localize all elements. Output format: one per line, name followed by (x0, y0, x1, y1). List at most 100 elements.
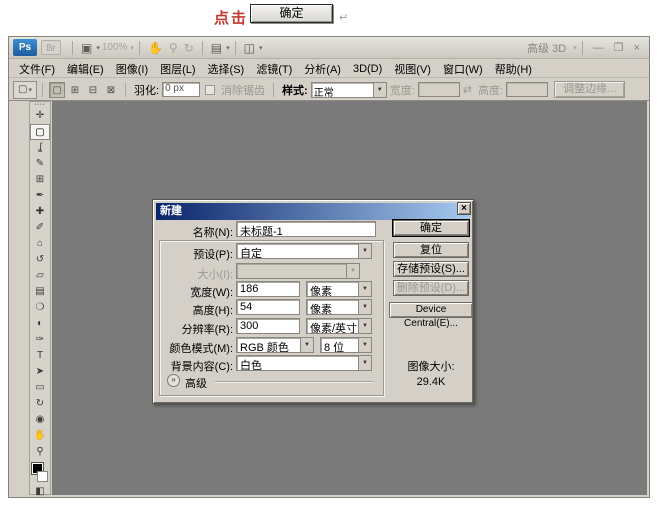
chevron-down-icon[interactable]: ▾ (96, 44, 100, 52)
bridge-icon[interactable]: Br (41, 40, 61, 55)
tools-panel: •••• ✛▢ʆ✎⊞✒✚✐⌂↺▱▤❍◐✑T➤▭↻◉✋⚲◧ (29, 101, 51, 495)
width-unit-select[interactable]: 像素 ▼ (306, 281, 372, 297)
chevron-down-icon[interactable]: ▾ (573, 44, 577, 52)
blur-tool[interactable]: ❍ (30, 300, 50, 316)
shape-tool[interactable]: ▭ (30, 380, 50, 396)
device-central-button[interactable]: Device Central(E)... (389, 302, 473, 318)
menu-layer[interactable]: 图层(L) (154, 59, 201, 79)
resolution-unit-select[interactable]: 像素/英寸 ▼ (306, 318, 372, 334)
color-swatches[interactable] (30, 462, 50, 486)
background-select[interactable]: 白色 ▼ (236, 355, 372, 371)
3d-rotate-tool[interactable]: ↻ (30, 396, 50, 412)
chevron-down-icon[interactable]: ▾ (226, 44, 230, 52)
menu-select[interactable]: 选择(S) (202, 59, 251, 79)
ok-button-image[interactable]: 确定 (250, 4, 333, 23)
reset-button[interactable]: 复位 (393, 242, 469, 258)
quick-mask-icon[interactable]: ◧ (30, 486, 50, 500)
width-input[interactable]: 186 (236, 281, 300, 297)
swap-dimensions-icon[interactable]: ⇄ (463, 83, 472, 96)
width-label: 宽度(W): (155, 284, 233, 300)
rectangular-marquee-tool[interactable]: ▢ (30, 124, 50, 140)
dodge-tool[interactable]: ◐ (30, 316, 50, 332)
zoom-level-value[interactable]: 100% (102, 42, 128, 53)
menu-filter[interactable]: 滤镜(T) (250, 59, 298, 79)
3d-orbit-tool[interactable]: ◉ (30, 412, 50, 428)
dropdown-arrow-icon[interactable]: ▼ (358, 338, 371, 352)
chevron-down-icon[interactable]: ▾ (259, 44, 263, 52)
gradient-tool[interactable]: ▤ (30, 284, 50, 300)
close-button[interactable]: × (634, 38, 640, 58)
path-selection-tool[interactable]: ➤ (30, 364, 50, 380)
move-tool[interactable]: ✛ (30, 108, 50, 124)
height-unit-select[interactable]: 像素 ▼ (306, 299, 372, 315)
history-brush-tool[interactable]: ↺ (30, 252, 50, 268)
subtract-from-selection-icon[interactable]: ⊟ (85, 82, 101, 98)
add-to-selection-icon[interactable]: ⊞ (67, 82, 83, 98)
workspace-switcher[interactable]: 高级 3D (527, 40, 566, 56)
ok-button[interactable]: 确定 (393, 220, 469, 236)
crop-tool[interactable]: ⊞ (30, 172, 50, 188)
menu-help[interactable]: 帮助(H) (489, 59, 538, 79)
brush-tool[interactable]: ✐ (30, 220, 50, 236)
quick-selection-tool[interactable]: ✎ (30, 156, 50, 172)
arrange-documents-icon[interactable]: ▤ (211, 38, 222, 58)
application-bar: Ps Br ▣ ▾ 100% ▾ ✋ ⚲ ↻ ▤ ▾ ◫ ▾ 高级 3D ▾ —… (9, 37, 649, 59)
resolution-input[interactable]: 300 (236, 318, 300, 334)
type-tool[interactable]: T (30, 348, 50, 364)
eraser-tool[interactable]: ▱ (30, 268, 50, 284)
hand-tool-icon[interactable]: ✋ (148, 38, 163, 58)
bit-depth-select[interactable]: 8 位 ▼ (320, 337, 372, 353)
menu-edit[interactable]: 编辑(E) (61, 59, 110, 79)
minimize-button[interactable]: — (593, 38, 604, 58)
eyedropper-tool[interactable]: ✒ (30, 188, 50, 204)
menu-image[interactable]: 图像(I) (110, 59, 154, 79)
dropdown-arrow-icon[interactable]: ▼ (358, 282, 371, 296)
menu-3d[interactable]: 3D(D) (347, 61, 388, 77)
advanced-expander-icon[interactable]: » (167, 374, 180, 387)
width-label: 宽度: (390, 82, 415, 98)
preset-select[interactable]: 自定 ▼ (236, 243, 372, 259)
zoom-tool-icon[interactable]: ⚲ (169, 38, 178, 58)
menu-window[interactable]: 窗口(W) (437, 59, 489, 79)
height-input[interactable]: 54 (236, 299, 300, 315)
healing-brush-tool[interactable]: ✚ (30, 204, 50, 220)
feather-input[interactable]: 0 px (162, 82, 200, 97)
dropdown-arrow-icon[interactable]: ▼ (358, 300, 371, 314)
clone-stamp-tool[interactable]: ⌂ (30, 236, 50, 252)
tool-preset-picker[interactable]: ▢ ▾ (13, 81, 37, 99)
menu-view[interactable]: 视图(V) (388, 59, 437, 79)
height-input[interactable] (506, 82, 548, 97)
separator (125, 83, 126, 97)
separator (72, 41, 73, 55)
dropdown-arrow-icon[interactable]: ▼ (373, 83, 386, 97)
menu-file[interactable]: 文件(F) (13, 59, 61, 79)
refine-edge-button[interactable]: 调整边缘... (554, 81, 625, 98)
view-extras-icon[interactable]: ▣ (81, 38, 92, 58)
pen-tool[interactable]: ✑ (30, 332, 50, 348)
dropdown-arrow-icon[interactable]: ▼ (358, 319, 371, 333)
name-input[interactable]: 未标题-1 (236, 221, 376, 237)
annotation-text: 点击 (214, 7, 248, 28)
screen-mode-icon[interactable]: ◫ (244, 38, 255, 58)
width-input[interactable] (418, 82, 460, 97)
restore-button[interactable]: ❐ (614, 38, 624, 58)
rotate-view-icon[interactable]: ↻ (184, 38, 194, 58)
zoom-tool[interactable]: ⚲ (30, 444, 50, 460)
dropdown-arrow-icon[interactable]: ▼ (300, 338, 313, 352)
dropdown-arrow-icon[interactable]: ▼ (358, 244, 371, 258)
dropdown-arrow-icon[interactable]: ▼ (358, 356, 371, 370)
intersect-selection-icon[interactable]: ⊠ (103, 82, 119, 98)
menu-analysis[interactable]: 分析(A) (298, 59, 347, 79)
chevron-down-icon[interactable]: ▾ (130, 44, 134, 52)
antialias-checkbox[interactable] (205, 85, 215, 95)
dialog-close-button[interactable]: × (457, 202, 471, 215)
style-select[interactable]: 正常 ▼ (311, 82, 387, 98)
lasso-tool[interactable]: ʆ (30, 140, 50, 156)
hand-tool[interactable]: ✋ (30, 428, 50, 444)
photoshop-window: Ps Br ▣ ▾ 100% ▾ ✋ ⚲ ↻ ▤ ▾ ◫ ▾ 高级 3D ▾ —… (8, 36, 650, 498)
new-selection-icon[interactable]: ▢ (49, 82, 65, 98)
dialog-title[interactable]: 新建 (156, 203, 470, 220)
background-color-swatch[interactable] (37, 471, 48, 482)
color-mode-select[interactable]: RGB 颜色 ▼ (236, 337, 314, 353)
save-preset-button[interactable]: 存储预设(S)... (393, 261, 469, 277)
